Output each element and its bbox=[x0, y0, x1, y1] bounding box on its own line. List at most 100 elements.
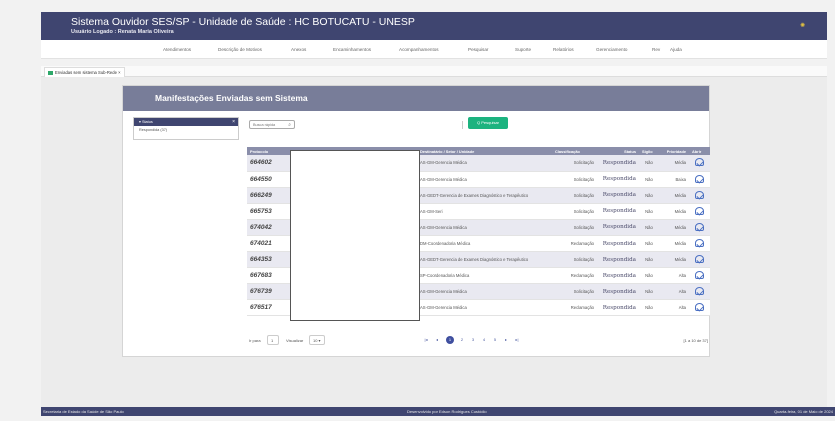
secrecy-cell: Não bbox=[639, 203, 659, 220]
open-envelope-icon[interactable] bbox=[695, 174, 704, 183]
search-placeholder: Busca rápida bbox=[253, 123, 276, 127]
last-page-button[interactable]: ▸| bbox=[513, 336, 521, 344]
footer-date: Quarta-feira, 01 de Maio de 2024 bbox=[774, 409, 833, 414]
open-cell bbox=[689, 187, 710, 204]
recipient-cell: SP-Coordenadoria Médica bbox=[417, 267, 552, 285]
first-page-button[interactable]: |◂ bbox=[422, 336, 430, 344]
open-envelope-icon[interactable] bbox=[695, 206, 704, 215]
open-envelope-icon[interactable] bbox=[695, 158, 704, 167]
secrecy-cell: Não bbox=[639, 283, 659, 301]
secrecy-cell: Não bbox=[639, 251, 659, 269]
goto-label: Ir para bbox=[249, 338, 261, 343]
menu-item-encaminhamentos[interactable]: Encaminhamentos bbox=[333, 47, 371, 52]
menu-item-atendimentos[interactable]: Atendimentos bbox=[163, 47, 191, 52]
menu-item-relatorios[interactable]: Relatórios bbox=[553, 47, 574, 52]
secrecy-cell: Não bbox=[639, 155, 659, 172]
open-cell bbox=[689, 251, 710, 269]
priority-cell: Média bbox=[659, 251, 689, 269]
page-3-button[interactable]: 3 bbox=[469, 336, 477, 344]
status-cell: Respondida bbox=[597, 171, 639, 188]
footer-left: Secretaria de Estado da Saúde de São Pau… bbox=[43, 409, 124, 414]
classification-cell: Reclamação bbox=[552, 267, 597, 285]
recipient-cell: AS-GM-Gerencia Médica bbox=[417, 171, 552, 188]
open-envelope-icon[interactable] bbox=[695, 255, 704, 264]
per-page-label: Visualizar bbox=[286, 338, 304, 343]
protocol-cell[interactable]: 674042 bbox=[247, 219, 289, 236]
open-cell bbox=[689, 203, 710, 220]
col-prioridade[interactable]: Prioridade bbox=[659, 147, 689, 155]
col-classificacao[interactable]: Classificação bbox=[552, 147, 597, 155]
menu-item-rev[interactable]: Rev bbox=[652, 47, 660, 52]
status-cell: Respondida bbox=[597, 187, 639, 204]
recipient-cell: DM-Coordenadoria Médica bbox=[417, 235, 552, 253]
col-destinatario[interactable]: Destinatário / Setor / Unidade bbox=[417, 147, 552, 155]
filter-close-icon[interactable]: × bbox=[232, 118, 235, 126]
secrecy-cell: Não bbox=[639, 299, 659, 317]
redacted-area bbox=[290, 150, 420, 321]
page-4-button[interactable]: 4 bbox=[480, 336, 488, 344]
secrecy-cell: Não bbox=[639, 267, 659, 285]
tab-close-icon[interactable]: × bbox=[118, 70, 120, 75]
protocol-cell[interactable]: 676739 bbox=[247, 283, 289, 301]
menu-item-anexos[interactable]: Anexos bbox=[291, 47, 306, 52]
next-page-button[interactable]: ▸ bbox=[502, 336, 510, 344]
open-envelope-icon[interactable] bbox=[695, 271, 704, 280]
open-envelope-icon[interactable] bbox=[695, 239, 704, 248]
status-filter-header[interactable]: ▾ Status × bbox=[134, 118, 238, 126]
app-window: Sistema Ouvidor SES/SP - Unidade de Saúd… bbox=[0, 0, 835, 421]
panel-title: Manifestações Enviadas sem Sistema bbox=[155, 93, 308, 103]
goto-page-input[interactable]: 1 bbox=[267, 335, 279, 345]
per-page-select[interactable]: 10 ▾ bbox=[309, 335, 325, 345]
priority-cell: Média bbox=[659, 203, 689, 220]
open-cell bbox=[689, 171, 710, 188]
menu-item-pesquisar[interactable]: Pesquisar bbox=[468, 47, 488, 52]
menu-item-gerenciamento[interactable]: Gerenciamento bbox=[596, 47, 627, 52]
menu-item-descricao-motivos[interactable]: Descrição de Motivos bbox=[218, 47, 262, 52]
protocol-cell[interactable]: 664602 bbox=[247, 155, 289, 172]
open-envelope-icon[interactable] bbox=[695, 222, 704, 231]
recipient-cell: AS-GM-Gerencia Médica bbox=[417, 299, 552, 317]
menu-item-suporte[interactable]: Suporte bbox=[515, 47, 531, 52]
search-button[interactable]: Q Pesquisar bbox=[468, 117, 508, 129]
status-cell: Respondida bbox=[597, 299, 639, 317]
col-status[interactable]: Status bbox=[597, 147, 639, 155]
page-5-button[interactable]: 5 bbox=[491, 336, 499, 344]
protocol-cell[interactable]: 676517 bbox=[247, 299, 289, 317]
priority-cell: Média bbox=[659, 155, 689, 172]
classification-cell: Solicitação bbox=[552, 155, 597, 172]
status-filter-option[interactable]: Respondida (37) bbox=[134, 126, 238, 134]
classification-cell: Solicitação bbox=[552, 203, 597, 220]
open-cell bbox=[689, 219, 710, 236]
protocol-cell[interactable]: 664550 bbox=[247, 171, 289, 188]
protocol-cell[interactable]: 664353 bbox=[247, 251, 289, 269]
tab-bar: Enviadas sem sistema Sub-Rede × bbox=[41, 66, 827, 77]
open-envelope-icon[interactable] bbox=[695, 190, 704, 199]
tab-enviadas-sem-sistema[interactable]: Enviadas sem sistema Sub-Rede × bbox=[44, 67, 125, 77]
status-cell: Respondida bbox=[597, 203, 639, 220]
priority-cell: Média bbox=[659, 187, 689, 204]
menu-item-ajuda[interactable]: Ajuda bbox=[670, 47, 682, 52]
open-cell bbox=[689, 299, 710, 317]
page-1-button[interactable]: 1 bbox=[446, 336, 454, 344]
status-cell: Respondida bbox=[597, 219, 639, 236]
col-sigilo[interactable]: Sigilo bbox=[639, 147, 659, 155]
page-2-button[interactable]: 2 bbox=[458, 336, 466, 344]
priority-cell: Alta bbox=[659, 283, 689, 301]
quick-search-input[interactable]: Busca rápida ⌕ bbox=[249, 120, 295, 129]
menu-item-acompanhamentos[interactable]: Acompanhamentos bbox=[399, 47, 439, 52]
priority-cell: Alta bbox=[659, 299, 689, 317]
recipient-cell: AS-GM-Gerencia Médica bbox=[417, 219, 552, 236]
prev-page-button[interactable]: ◂ bbox=[433, 336, 441, 344]
open-envelope-icon[interactable] bbox=[695, 303, 704, 312]
protocol-cell[interactable]: 665753 bbox=[247, 203, 289, 220]
recipient-cell: AS-GEDT-Gerencia de Exames Diagnóstico e… bbox=[417, 251, 552, 269]
col-protocolo[interactable]: Protocolo bbox=[247, 147, 289, 155]
logged-user: Usuário Logado : Renata Maria Oliveira bbox=[71, 29, 174, 35]
protocol-cell[interactable]: 667683 bbox=[247, 267, 289, 285]
open-envelope-icon[interactable] bbox=[695, 287, 704, 296]
secrecy-cell: Não bbox=[639, 235, 659, 253]
classification-cell: Solicitação bbox=[552, 251, 597, 269]
protocol-cell[interactable]: 674021 bbox=[247, 235, 289, 253]
pagination-bar: Ir para 1 Visualizar 10 ▾ |◂ ◂ 1 2 3 4 5… bbox=[247, 335, 710, 347]
protocol-cell[interactable]: 666249 bbox=[247, 187, 289, 204]
